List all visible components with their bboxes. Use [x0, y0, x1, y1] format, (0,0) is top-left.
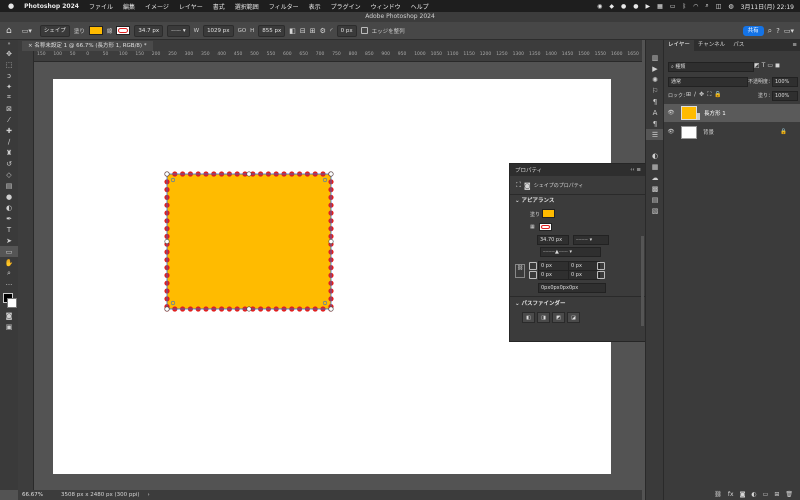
pathfinder-section[interactable]: ⌄ パスファインダー	[515, 299, 566, 307]
status-chevron-icon[interactable]: ›	[148, 492, 150, 498]
corner-bl-icon	[529, 271, 537, 279]
panel-scrollbar[interactable]	[641, 236, 644, 326]
corner-radius-handle[interactable]	[322, 300, 328, 306]
divider	[510, 296, 646, 297]
styles-icon[interactable]: ▧	[646, 205, 664, 216]
stroke-icon: ▦	[530, 224, 535, 230]
stroke-width-field[interactable]: 34.70 px	[537, 235, 569, 245]
character-icon[interactable]: A	[646, 107, 664, 118]
lock-options-icons[interactable]: ⊞∕✥⛶🔒	[686, 91, 725, 99]
transform-icon[interactable]: ⛶	[516, 181, 521, 190]
mask-icon[interactable]: ◙	[524, 182, 531, 190]
stroke-swatch[interactable]	[539, 223, 552, 231]
panel-icon-strip: ▥ ▶ ✺ ⚐ ¶ A ¶ ☰ ◐ ▦ ☁ ▩ ▤ ▧	[645, 40, 664, 500]
panel-menu-icon[interactable]: ≡	[788, 40, 800, 51]
subtract-shapes-icon[interactable]: ◨	[537, 312, 550, 323]
shape-props-label: シェイプのプロパティ	[533, 183, 584, 189]
history-icon[interactable]: ▥	[646, 52, 664, 63]
properties-panel: プロパティ ‹‹ ≡ ⛶ ◙ シェイプのプロパティ ⌄ アピアランス 塗り ▦ …	[509, 163, 647, 342]
tab-channels[interactable]: チャンネル	[694, 40, 729, 51]
paragraph-styles-icon[interactable]: ¶	[646, 118, 664, 129]
tab-paths[interactable]: パス	[729, 40, 748, 51]
new-group-icon[interactable]: ▭	[763, 491, 769, 498]
transform-handle[interactable]	[164, 239, 170, 245]
zoom-level[interactable]: 66.67%	[22, 492, 43, 498]
new-layer-icon[interactable]: ⊞	[774, 491, 779, 498]
layer-style-icon[interactable]: fx	[728, 491, 734, 498]
divider	[510, 194, 646, 195]
paragraph-icon[interactable]: ¶	[646, 96, 664, 107]
eye-icon[interactable]: 👁	[664, 110, 678, 116]
adjustments-icon[interactable]: ✺	[646, 74, 664, 85]
layer-name[interactable]: 背景	[703, 128, 714, 136]
libraries-icon[interactable]: ☁	[646, 172, 664, 183]
layer-thumbnail	[681, 125, 697, 139]
panel-menu-icon[interactable]: ‹‹ ≡	[630, 167, 641, 173]
intersect-shapes-icon[interactable]: ◩	[552, 312, 565, 323]
layer-filter-icons[interactable]: ◩T▭◼	[754, 62, 782, 69]
eye-icon[interactable]: 👁	[664, 129, 678, 135]
blend-mode-select[interactable]: 通常	[668, 77, 748, 87]
properties-icon[interactable]: ☰	[646, 129, 664, 140]
transform-handle[interactable]	[328, 239, 334, 245]
gradients-icon[interactable]: ▤	[646, 194, 664, 205]
layer-filter-label: 種類	[675, 64, 686, 70]
delete-layer-icon[interactable]: 🗑	[785, 491, 793, 498]
stroke-align-select[interactable]: ┈┈┈┈▲┈┈┈ ▾	[540, 247, 601, 257]
link-layers-icon[interactable]: ⛓	[714, 491, 722, 498]
corner-radius-handle[interactable]	[322, 177, 328, 183]
layer-filter-select[interactable]: ⌕ 種類	[668, 62, 754, 72]
layer-row[interactable]: 👁 長方形 1	[664, 104, 800, 122]
corner-br-field[interactable]: 0 px	[568, 270, 600, 280]
brush-settings-icon[interactable]: ⚐	[646, 85, 664, 96]
transform-handle[interactable]	[246, 306, 252, 312]
transform-handle[interactable]	[164, 171, 170, 177]
fill-label: 塗り	[530, 212, 541, 218]
transform-handle[interactable]	[246, 171, 252, 177]
shape-props-row: ⛶ ◙ シェイプのプロパティ	[516, 181, 583, 190]
fill-label: 塗り：	[758, 93, 774, 99]
layer-name[interactable]: 長方形 1	[704, 109, 726, 117]
corner-tr-icon	[597, 262, 605, 270]
fill-field[interactable]: 100%	[772, 91, 798, 101]
exclude-shapes-icon[interactable]: ◪	[567, 312, 580, 323]
color-icon[interactable]: ◐	[646, 150, 664, 161]
layers-footer: ⛓ fx ◙ ◐ ▭ ⊞ 🗑	[664, 488, 800, 500]
transform-handle[interactable]	[328, 171, 334, 177]
add-mask-icon[interactable]: ◙	[740, 491, 746, 498]
tab-layers[interactable]: レイヤー	[664, 40, 694, 51]
transform-handle[interactable]	[164, 306, 170, 312]
corner-bl-field[interactable]: 0 px	[538, 270, 570, 280]
patterns-icon[interactable]: ▩	[646, 183, 664, 194]
properties-header: プロパティ ‹‹ ≡	[510, 164, 646, 176]
appearance-section[interactable]: ⌄ アピアランス	[515, 196, 554, 204]
layer-thumbnail	[681, 106, 697, 120]
link-corners-icon[interactable]: ⛓	[515, 264, 525, 278]
stroke-style-select[interactable]: ┈┈┈┈ ▾	[573, 235, 609, 245]
status-bar: 66.67% 3508 px x 2480 px (300 ppi) ›	[18, 490, 642, 500]
corners-all-field[interactable]: 0px0px0px0px	[538, 283, 606, 293]
lock-label: ロック：	[668, 93, 689, 99]
swatches-icon[interactable]: ▦	[646, 161, 664, 172]
corner-radius-handle[interactable]	[170, 300, 176, 306]
fill-swatch[interactable]	[542, 209, 555, 218]
layer-row[interactable]: 👁 背景 🔒	[664, 124, 800, 140]
layers-tabbar: レイヤー チャンネル パス ≡	[664, 40, 800, 51]
corner-br-icon	[597, 271, 605, 279]
transform-handle[interactable]	[328, 306, 334, 312]
appearance-title: アピアランス	[521, 198, 555, 204]
layers-panel: レイヤー チャンネル パス ≡ ⌕ 種類 ◩T▭◼ 通常 不透明度： 100% …	[663, 40, 800, 500]
opacity-label: 不透明度：	[748, 79, 774, 85]
properties-tab[interactable]: プロパティ	[515, 166, 542, 174]
corner-radius-handle[interactable]	[170, 177, 176, 183]
selection-path	[166, 173, 332, 310]
pathfinder-title: パスファインダー	[521, 301, 566, 307]
unite-shapes-icon[interactable]: ◧	[522, 312, 535, 323]
adjustment-layer-icon[interactable]: ◐	[751, 491, 756, 498]
lock-icon: 🔒	[780, 129, 787, 135]
document-size: 3508 px x 2480 px (300 ppi)	[60, 492, 140, 498]
opacity-field[interactable]: 100%	[772, 77, 798, 87]
corner-tl-icon	[529, 262, 537, 270]
actions-play-icon[interactable]: ▶	[646, 63, 664, 74]
